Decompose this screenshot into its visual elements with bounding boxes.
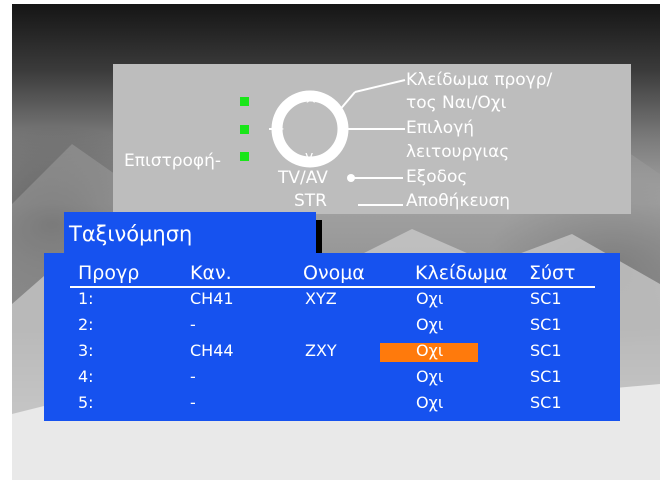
help-select-label: Επιλογή: [406, 118, 475, 138]
table-row[interactable]: 1: CH41 XYZ Οχι SC1: [44, 289, 620, 312]
column-header-name: Ονομα: [303, 262, 365, 284]
cell-channel: -: [190, 393, 196, 412]
menu-title-box: Ταξινόμηση: [64, 212, 316, 258]
cell-lock[interactable]: Οχι: [416, 367, 443, 387]
column-header-channel: Καν.: [190, 262, 232, 284]
cell-system: SC1: [530, 367, 562, 386]
minus-icon: -: [279, 121, 285, 137]
table-row[interactable]: 4: - Οχι SC1: [44, 367, 620, 390]
cell-channel: CH41: [190, 289, 234, 308]
remote-help-panel: ^ v + - Κλείδωμα προγρ/ τος Ναι/Οχι Επιλ…: [113, 64, 631, 214]
cell-lock[interactable]: Οχι: [416, 315, 443, 335]
cell-name: ZXY: [305, 341, 337, 360]
down-arrow-icon: v: [305, 149, 314, 165]
cell-lock[interactable]: Οχι: [416, 289, 443, 309]
cell-lock[interactable]: Οχι: [416, 341, 443, 361]
menu-title: Ταξινόμηση: [69, 222, 193, 246]
cell-name: XYZ: [305, 289, 337, 308]
cell-prog: 1:: [78, 289, 94, 308]
column-header-system: Σύστ: [529, 262, 576, 284]
cell-system: SC1: [530, 315, 562, 334]
cell-system: SC1: [530, 393, 562, 412]
tv-screen: ^ v + - Κλείδωμα προγρ/ τος Ναι/Οχι Επιλ…: [12, 4, 660, 480]
cell-prog: 2:: [78, 315, 94, 334]
table-row-selected[interactable]: 3: CH44 ZXY Οχι SC1: [44, 341, 620, 364]
help-select-label-2: λειτουργιας: [406, 142, 510, 162]
table-row[interactable]: 2: - Οχι SC1: [44, 315, 620, 338]
help-tvav-label: TV/AV: [278, 168, 328, 188]
help-str-label: STR: [294, 191, 327, 211]
column-header-prog: Προγρ: [78, 262, 140, 284]
table-row[interactable]: 5: - Οχι SC1: [44, 393, 620, 416]
column-header-lock: Κλείδωμα: [415, 262, 508, 284]
cell-prog: 4:: [78, 367, 94, 386]
plus-icon: +: [336, 120, 351, 140]
joystick-icon: [269, 79, 406, 206]
help-save-label: Αποθήκευση: [406, 191, 511, 211]
help-lock-label-2: τος Ναι/Οχι: [406, 93, 507, 113]
cell-channel: CH44: [190, 341, 234, 360]
header-divider: [70, 286, 595, 288]
up-arrow-icon: ^: [305, 97, 317, 113]
cell-system: SC1: [530, 289, 562, 308]
cell-channel: -: [190, 367, 196, 386]
cell-channel: -: [190, 315, 196, 334]
program-list-panel: Προγρ Καν. Ονομα Κλείδωμα Σύστ 1: CH41 X…: [44, 253, 620, 421]
help-lock-label: Κλείδωμα προγρ/: [406, 70, 553, 90]
help-back-label: Επιστροφή-: [124, 151, 222, 171]
cell-lock[interactable]: Οχι: [416, 393, 443, 413]
cell-prog: 5:: [78, 393, 94, 412]
help-exit-label: Εξοδος: [406, 167, 468, 187]
cell-prog: 3:: [78, 341, 94, 360]
cell-system: SC1: [530, 341, 562, 360]
